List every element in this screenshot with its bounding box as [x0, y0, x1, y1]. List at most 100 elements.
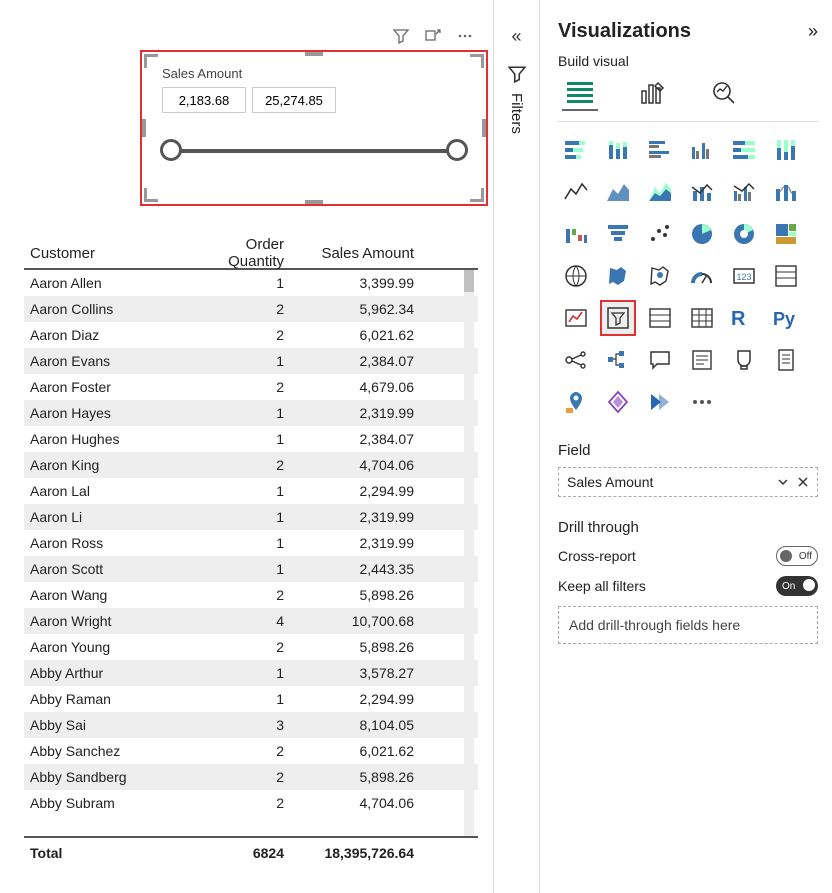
viz-type-stacked-bar[interactable] [558, 132, 594, 168]
resize-handle[interactable] [482, 119, 486, 137]
expand-filters-icon[interactable]: « [494, 26, 539, 47]
viz-type-gauge[interactable] [684, 258, 720, 294]
resize-handle[interactable] [305, 200, 323, 204]
slicer-slider[interactable] [170, 139, 458, 163]
viz-type-clustered-column[interactable] [684, 132, 720, 168]
more-options-icon[interactable] [457, 28, 473, 44]
table-row[interactable]: Aaron Ross12,319.99 [24, 530, 478, 556]
slider-handle-max[interactable] [446, 139, 468, 161]
viz-type-clustered-bar[interactable] [642, 132, 678, 168]
viz-type-r-visual[interactable]: R [726, 300, 762, 336]
viz-type-funnel[interactable] [600, 216, 636, 252]
viz-type-table[interactable] [642, 300, 678, 336]
filter-icon[interactable] [393, 28, 409, 44]
viz-type-slicer[interactable] [600, 300, 636, 336]
viz-type-power-automate[interactable] [642, 384, 678, 420]
viz-type-area[interactable] [600, 174, 636, 210]
table-row[interactable]: Aaron Collins25,962.34 [24, 296, 478, 322]
table-row[interactable]: Aaron King24,704.06 [24, 452, 478, 478]
viz-type-line-stacked-column[interactable] [684, 174, 720, 210]
viz-type-ribbon[interactable] [768, 174, 804, 210]
slicer-min-input[interactable] [162, 87, 246, 113]
table-row[interactable]: Aaron Hughes12,384.07 [24, 426, 478, 452]
resize-handle[interactable] [142, 119, 146, 137]
table-row[interactable]: Aaron Allen13,399.99 [24, 270, 478, 296]
table-row[interactable]: Abby Arthur13,578.27 [24, 660, 478, 686]
viz-type-more[interactable] [684, 384, 720, 420]
scrollbar[interactable] [464, 270, 474, 836]
resize-handle[interactable] [144, 54, 158, 68]
resize-handle[interactable] [470, 54, 484, 68]
viz-type-qa[interactable] [642, 342, 678, 378]
viz-type-paginated-report[interactable] [768, 342, 804, 378]
viz-type-card[interactable]: 123 [726, 258, 762, 294]
viz-type-filled-map[interactable] [600, 258, 636, 294]
resize-handle[interactable] [305, 52, 323, 56]
focus-mode-icon[interactable] [425, 28, 441, 44]
viz-type-azure-map[interactable] [642, 258, 678, 294]
viz-type-power-apps[interactable] [600, 384, 636, 420]
col-order-qty[interactable]: Order Quantity [194, 236, 294, 270]
table-row[interactable]: Aaron Hayes12,319.99 [24, 400, 478, 426]
viz-type-scatter[interactable] [642, 216, 678, 252]
slicer-visual[interactable]: Sales Amount [140, 50, 488, 206]
viz-type-smart-narrative[interactable] [684, 342, 720, 378]
resize-handle[interactable] [470, 188, 484, 202]
tab-format-visual[interactable] [634, 75, 670, 111]
drillthrough-drop-well[interactable]: Add drill-through fields here [558, 606, 818, 644]
table-row[interactable]: Aaron Wang25,898.26 [24, 582, 478, 608]
table-row[interactable]: Aaron Li12,319.99 [24, 504, 478, 530]
viz-type-py-visual[interactable]: Py [768, 300, 804, 336]
table-row[interactable]: Aaron Foster24,679.06 [24, 374, 478, 400]
remove-field-icon[interactable] [797, 476, 809, 488]
col-customer[interactable]: Customer [24, 245, 194, 262]
viz-type-matrix[interactable] [684, 300, 720, 336]
cell-sales: 5,962.34 [294, 301, 424, 317]
viz-type-hundred-stacked-column[interactable] [768, 132, 804, 168]
table-row[interactable]: Abby Sanchez26,021.62 [24, 738, 478, 764]
table-row[interactable]: Abby Subram24,704.06 [24, 790, 478, 816]
table-row[interactable]: Aaron Diaz26,021.62 [24, 322, 478, 348]
chevron-down-icon[interactable] [777, 476, 789, 488]
viz-type-donut[interactable] [726, 216, 762, 252]
viz-pane-title: Visualizations [558, 20, 691, 43]
tab-analytics[interactable] [706, 75, 742, 111]
table-row[interactable]: Abby Sai38,104.05 [24, 712, 478, 738]
filters-pane-collapsed[interactable]: « Filters [494, 0, 540, 893]
cross-report-toggle[interactable]: Off [776, 546, 818, 566]
table-row[interactable]: Abby Raman12,294.99 [24, 686, 478, 712]
viz-type-key-influencers[interactable] [558, 342, 594, 378]
viz-type-decomposition-tree[interactable] [600, 342, 636, 378]
table-row[interactable]: Aaron Young25,898.26 [24, 634, 478, 660]
viz-type-pie[interactable] [684, 216, 720, 252]
viz-type-map[interactable] [558, 258, 594, 294]
table-row[interactable]: Aaron Lal12,294.99 [24, 478, 478, 504]
viz-type-arcgis[interactable] [558, 384, 594, 420]
viz-type-line-clustered-column[interactable] [726, 174, 762, 210]
viz-type-line[interactable] [558, 174, 594, 210]
viz-type-hundred-stacked-bar[interactable] [726, 132, 762, 168]
col-sales-amount[interactable]: Sales Amount [294, 245, 424, 262]
slicer-max-input[interactable] [252, 87, 336, 113]
filters-icon[interactable] [508, 65, 526, 83]
field-well[interactable]: Sales Amount [558, 467, 818, 497]
slider-handle-min[interactable] [160, 139, 182, 161]
viz-type-kpi[interactable] [558, 300, 594, 336]
tab-build-visual[interactable] [562, 75, 598, 111]
table-row[interactable]: Aaron Scott12,443.35 [24, 556, 478, 582]
table-row[interactable]: Aaron Wright410,700.68 [24, 608, 478, 634]
table-row[interactable]: Abby Sandberg25,898.26 [24, 764, 478, 790]
viz-type-multi-row-card[interactable] [768, 258, 804, 294]
viz-type-treemap[interactable] [768, 216, 804, 252]
viz-type-waterfall[interactable] [558, 216, 594, 252]
scrollbar-thumb[interactable] [464, 270, 474, 292]
viz-type-stacked-column[interactable] [600, 132, 636, 168]
viz-type-goals[interactable] [726, 342, 762, 378]
viz-type-stacked-area[interactable] [642, 174, 678, 210]
table-visual[interactable]: Customer Order Quantity Sales Amount Aar… [24, 240, 478, 868]
resize-handle[interactable] [144, 188, 158, 202]
table-row[interactable]: Aaron Evans12,384.07 [24, 348, 478, 374]
keep-filters-toggle[interactable]: On [776, 576, 818, 596]
report-canvas[interactable]: Sales Amount Customer Order Quantity Sal… [0, 0, 494, 893]
expand-viz-icon[interactable]: » [808, 21, 818, 42]
